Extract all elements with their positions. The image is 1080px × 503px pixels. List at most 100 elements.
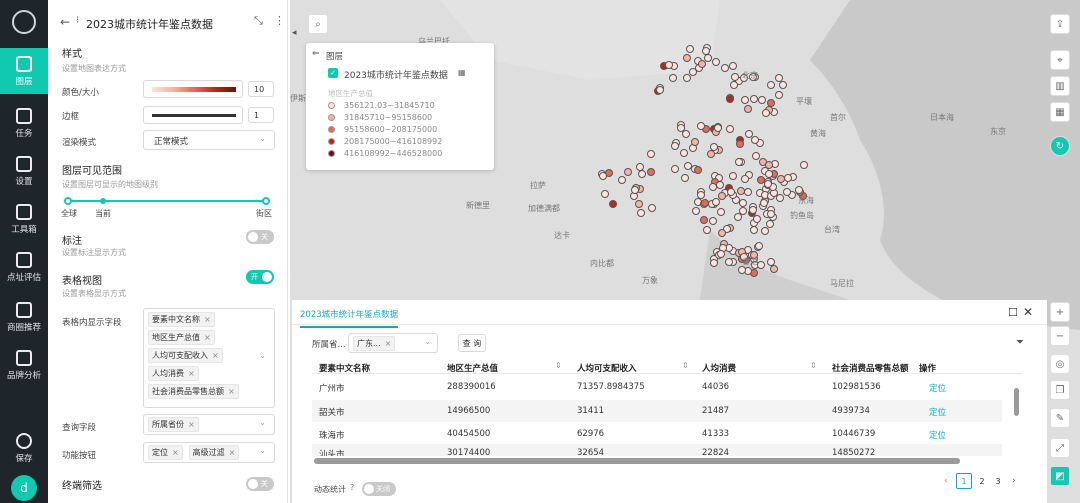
close-icon[interactable]: ×: [204, 333, 211, 342]
close-icon[interactable]: ✕: [1023, 305, 1033, 319]
city-point[interactable]: [750, 135, 759, 144]
collapse-icon[interactable]: ⤡: [254, 14, 263, 28]
city-point[interactable]: [631, 185, 640, 194]
city-point[interactable]: [716, 249, 725, 258]
city-point[interactable]: [608, 199, 617, 208]
col-header[interactable]: 人均消费: [702, 362, 736, 374]
zoom-in-icon[interactable]: +: [1050, 302, 1070, 322]
city-point[interactable]: [682, 74, 691, 83]
city-point[interactable]: [708, 216, 717, 225]
col-header[interactable]: 要素中文名称: [319, 362, 370, 374]
location-pin-icon[interactable]: ⌖: [1050, 50, 1070, 70]
city-point[interactable]: [680, 173, 689, 182]
nav-settings[interactable]: 设置: [0, 148, 48, 194]
city-point[interactable]: [743, 104, 752, 113]
close-icon[interactable]: ×: [229, 448, 236, 457]
city-point[interactable]: [720, 63, 729, 72]
maximize-icon[interactable]: ☐: [1008, 306, 1018, 319]
search-icon[interactable]: ⌕: [308, 14, 328, 34]
nav-business[interactable]: 商圈推荐: [0, 294, 48, 340]
close-icon[interactable]: ×: [188, 369, 195, 378]
locate-link[interactable]: 定位: [929, 382, 946, 394]
sort-icon[interactable]: ⇕: [810, 361, 817, 370]
close-icon[interactable]: ×: [172, 448, 179, 457]
city-point[interactable]: [765, 220, 774, 229]
sort-icon[interactable]: ⇕: [682, 361, 689, 370]
filter-toggle[interactable]: 关: [246, 477, 274, 491]
city-point[interactable]: [600, 190, 609, 199]
tableview-toggle[interactable]: 开: [246, 270, 274, 284]
city-point[interactable]: [774, 91, 783, 100]
page-button[interactable]: 2: [974, 473, 990, 489]
nav-layer[interactable]: 图层: [0, 48, 48, 94]
city-point[interactable]: [717, 228, 726, 237]
city-point[interactable]: [702, 226, 711, 234]
refresh-icon[interactable]: ↻: [1050, 136, 1070, 156]
city-point[interactable]: [668, 73, 677, 82]
layers-icon[interactable]: ❐: [1050, 380, 1070, 400]
avatar[interactable]: d: [11, 475, 37, 501]
province-filter-select[interactable]: 广东... × ⌄: [348, 333, 438, 353]
city-point[interactable]: [730, 72, 739, 81]
nav-save[interactable]: 保存: [0, 425, 48, 471]
city-point[interactable]: [670, 141, 679, 150]
city-point[interactable]: [783, 173, 792, 182]
range-slider-track[interactable]: [68, 200, 266, 202]
city-point[interactable]: [799, 160, 808, 169]
page-button[interactable]: 3: [990, 473, 1006, 489]
expand-icon[interactable]: ⤢: [1050, 438, 1070, 458]
page-button[interactable]: 1: [956, 473, 972, 489]
city-point[interactable]: [766, 257, 775, 266]
zoom-out-icon[interactable]: −: [1050, 326, 1070, 346]
prev-page-icon[interactable]: ‹: [944, 476, 948, 486]
legend-collapse-icon[interactable]: ⇐: [312, 49, 320, 59]
city-point[interactable]: [716, 207, 725, 216]
func-select[interactable]: 定位 × 高级过滤 × ⌄: [143, 442, 275, 463]
sort-icon[interactable]: ⇕: [555, 361, 562, 370]
col-header[interactable]: 地区生产总值: [447, 362, 498, 374]
share-icon[interactable]: ⇪: [1050, 14, 1070, 34]
table-icon[interactable]: ▦: [458, 68, 466, 77]
close-icon[interactable]: ×: [188, 420, 195, 429]
close-icon[interactable]: ×: [204, 315, 211, 324]
city-point[interactable]: [635, 162, 644, 171]
city-point[interactable]: [734, 158, 743, 167]
drag-handle-icon[interactable]: ⁝: [76, 15, 79, 26]
query-button[interactable]: 查 询: [458, 334, 486, 352]
slider-handle-min[interactable]: [64, 197, 72, 205]
city-point[interactable]: [702, 46, 711, 55]
more-icon[interactable]: ⋮: [274, 14, 285, 27]
table-tab[interactable]: 2023城市统计年鉴点数据: [300, 308, 399, 328]
size-input[interactable]: 10: [248, 81, 274, 97]
city-point[interactable]: [598, 171, 607, 180]
nav-site-eval[interactable]: 点址评估: [0, 244, 48, 290]
locate-link[interactable]: 定位: [929, 406, 946, 418]
nav-toolbox[interactable]: 工具箱: [0, 196, 48, 242]
city-point[interactable]: [775, 73, 784, 82]
dynamic-stats-toggle[interactable]: 关闭: [362, 482, 396, 496]
city-point[interactable]: [727, 187, 736, 196]
city-point[interactable]: [738, 199, 747, 208]
color-ramp-picker[interactable]: [143, 80, 243, 98]
city-point[interactable]: [751, 151, 760, 160]
grid-icon[interactable]: ▦: [1050, 102, 1070, 122]
city-point[interactable]: [794, 186, 803, 195]
locate-icon[interactable]: ◎: [1050, 354, 1070, 374]
filter-icon[interactable]: ⏷: [1016, 337, 1024, 348]
city-point[interactable]: [623, 167, 632, 176]
render-select[interactable]: 正常模式 ⌄: [143, 130, 275, 150]
city-point[interactable]: [730, 81, 739, 90]
layer-checkbox[interactable]: ✓: [328, 68, 338, 78]
city-point[interactable]: [713, 123, 722, 132]
city-point[interactable]: [712, 197, 721, 206]
city-point[interactable]: [696, 190, 705, 199]
city-point[interactable]: [744, 130, 753, 139]
col-header[interactable]: 社会消费品零售总额: [832, 362, 909, 374]
city-point[interactable]: [775, 193, 784, 202]
city-point[interactable]: [710, 258, 719, 267]
border-input[interactable]: 1: [248, 107, 274, 123]
city-point[interactable]: [763, 179, 772, 188]
label-toggle[interactable]: 关: [246, 230, 274, 244]
back-arrow-icon[interactable]: ←: [60, 15, 70, 29]
help-icon[interactable]: ?: [350, 483, 354, 492]
